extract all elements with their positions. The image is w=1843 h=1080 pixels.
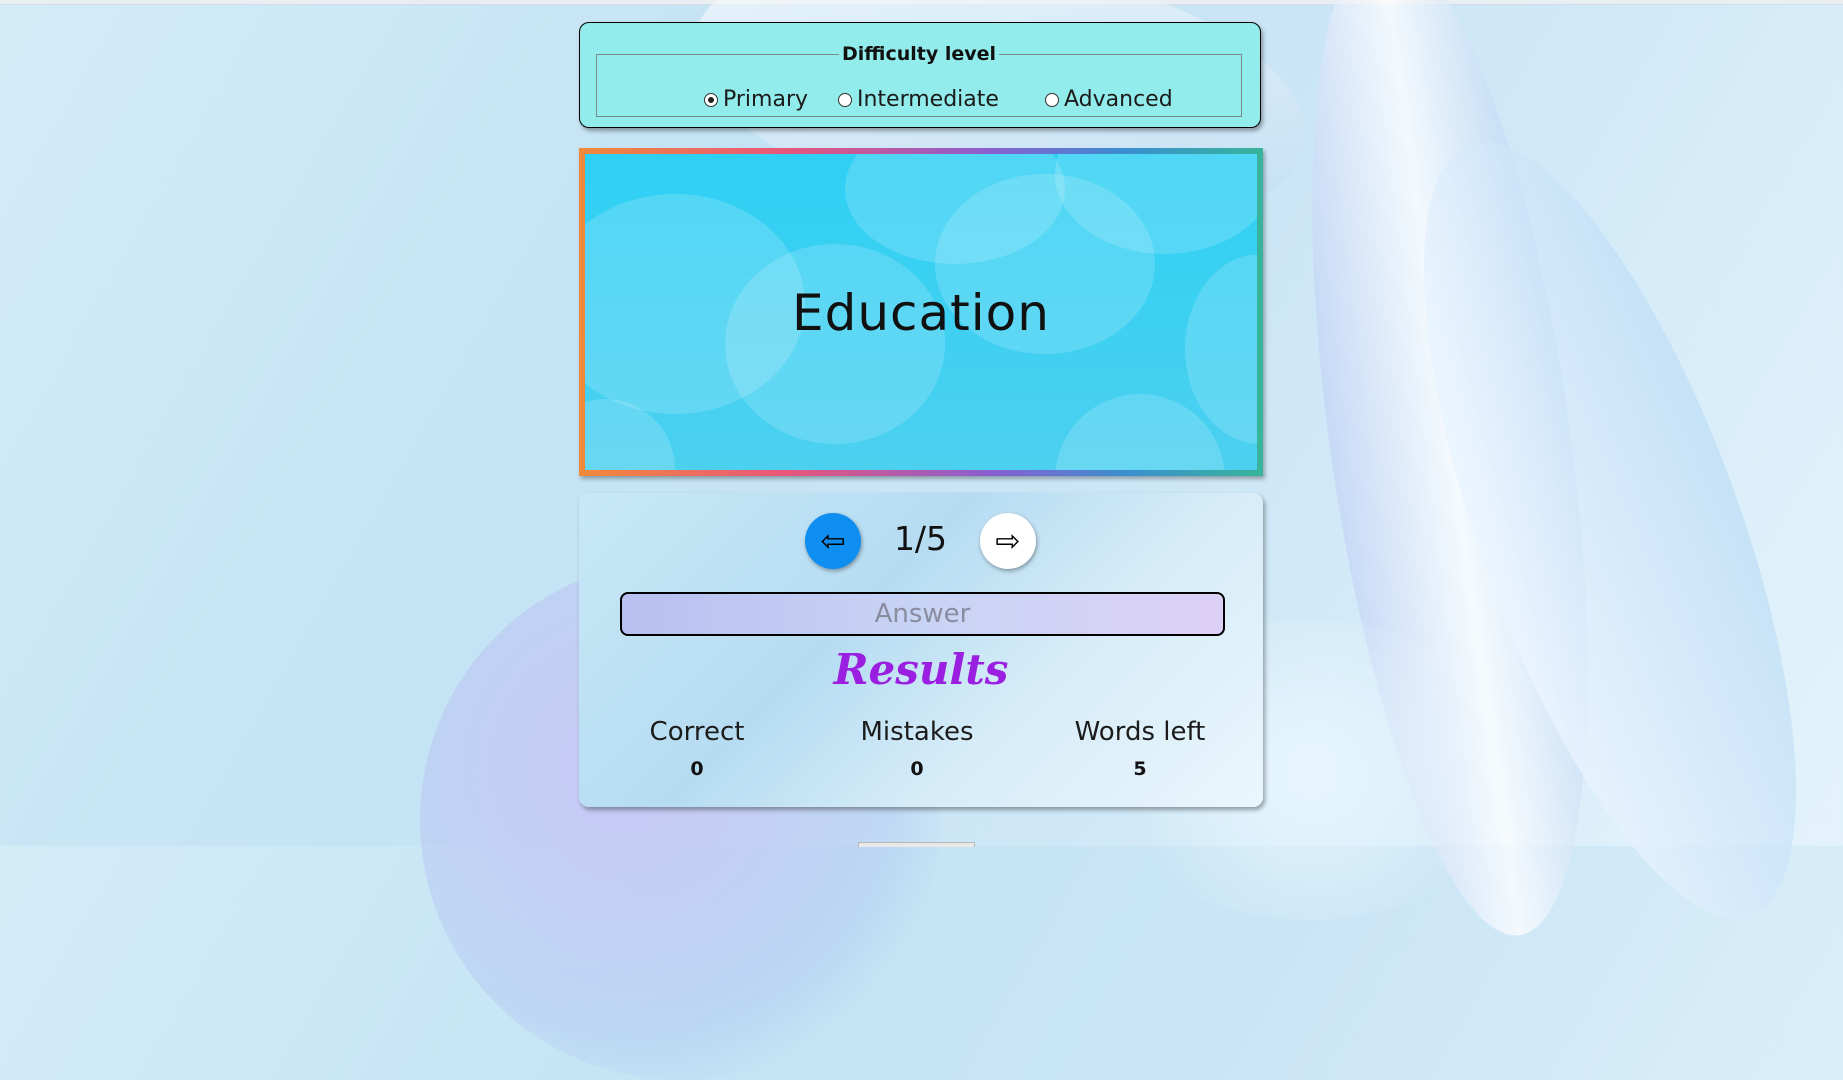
- radio-intermediate-label: Intermediate: [857, 87, 999, 112]
- words-left-label: Words left: [1074, 717, 1206, 747]
- flashcard: Education: [579, 148, 1263, 476]
- correct-count: 0: [690, 758, 704, 780]
- mistakes-label: Mistakes: [860, 717, 974, 747]
- flashcard-word: Education: [792, 284, 1050, 342]
- answer-input[interactable]: [620, 592, 1225, 636]
- cloud-decoration: [725, 244, 945, 444]
- answer-panel: ⇦ 1/5 ⇨ Results Correct 0 Mistakes 0 Wor…: [579, 493, 1263, 807]
- radio-intermediate-indicator[interactable]: [838, 92, 852, 107]
- next-button[interactable]: ⇨: [980, 513, 1036, 569]
- difficulty-fieldset: Difficulty level Primary Intermediate Ad…: [596, 43, 1242, 117]
- radio-primary-label: Primary: [723, 87, 809, 112]
- difficulty-options: Primary Intermediate Advanced: [597, 87, 1241, 117]
- difficulty-panel: Difficulty level Primary Intermediate Ad…: [579, 22, 1261, 128]
- bottom-button-edge[interactable]: [858, 842, 975, 847]
- difficulty-legend: Difficulty level: [841, 43, 997, 65]
- arrow-left-icon: ⇦: [820, 523, 846, 559]
- correct-label: Correct: [649, 717, 745, 747]
- radio-primary-indicator[interactable]: [704, 92, 718, 107]
- arrow-right-icon: ⇨: [995, 523, 1021, 559]
- previous-button[interactable]: ⇦: [805, 513, 861, 569]
- radio-intermediate[interactable]: Intermediate: [838, 87, 999, 112]
- word-counter: 1/5: [893, 519, 948, 558]
- radio-advanced-indicator[interactable]: [1045, 92, 1059, 107]
- flashcard-face: Education: [585, 154, 1257, 470]
- radio-advanced[interactable]: Advanced: [1045, 87, 1173, 112]
- words-left-count: 5: [1133, 758, 1147, 780]
- background-silk-wave: [1261, 0, 1639, 952]
- results-title: Results: [833, 645, 1009, 694]
- background-silk-wave: [1347, 100, 1843, 960]
- mistakes-count: 0: [910, 758, 924, 780]
- radio-advanced-label: Advanced: [1064, 87, 1173, 112]
- top-edge-bar: [0, 0, 1843, 5]
- radio-primary[interactable]: Primary: [704, 87, 808, 112]
